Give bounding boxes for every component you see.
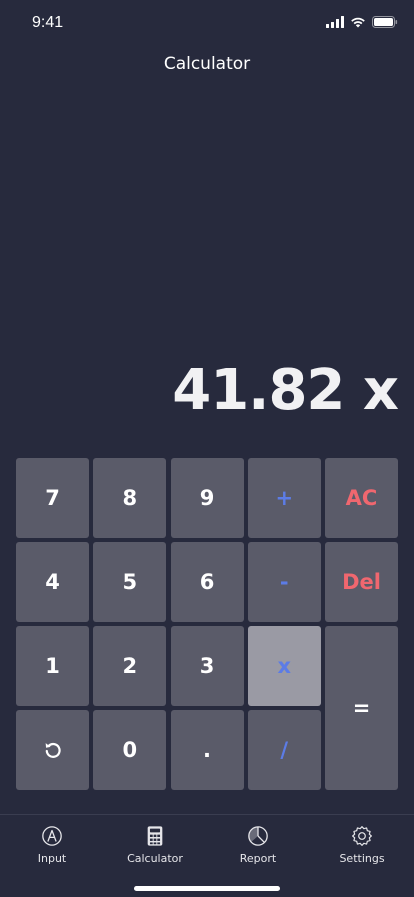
key-4[interactable]: 4	[16, 542, 89, 622]
status-time: 9:41	[32, 14, 64, 31]
page-title: Calculator	[163, 54, 251, 74]
key-multiply[interactable]: x	[247, 626, 321, 706]
calculator-icon	[147, 826, 163, 846]
wifi-icon	[351, 17, 365, 28]
tab-bar: Input Calculator Report Settings	[0, 814, 414, 897]
key-8[interactable]: 8	[93, 458, 167, 538]
battery-icon	[372, 16, 398, 28]
key-undo[interactable]	[16, 710, 89, 790]
signal-icon	[326, 16, 344, 28]
home-indicator	[134, 886, 280, 891]
key-7[interactable]: 7	[16, 458, 89, 538]
key-equals[interactable]: =	[325, 626, 398, 790]
tab-label-report: Report	[239, 852, 277, 865]
key-delete[interactable]: Del	[325, 542, 398, 622]
pie-chart-icon	[248, 826, 268, 846]
key-divide[interactable]: /	[247, 710, 321, 790]
key-decimal[interactable]: .	[170, 710, 244, 790]
key-5[interactable]: 5	[93, 542, 167, 622]
key-1[interactable]: 1	[16, 626, 89, 706]
key-all-clear[interactable]: AC	[325, 458, 398, 538]
tab-settings[interactable]: Settings	[317, 825, 407, 865]
key-6[interactable]: 6	[170, 542, 244, 622]
key-9[interactable]: 9	[170, 458, 244, 538]
gear-icon	[352, 826, 372, 846]
pencil-circle-icon	[42, 826, 62, 846]
key-0[interactable]: 0	[93, 710, 167, 790]
keypad: 7 8 9 + AC 4 5 6 - Del 1 2 3 x = 0 . /	[16, 458, 398, 790]
undo-icon	[45, 742, 61, 758]
key-2[interactable]: 2	[93, 626, 167, 706]
tab-input[interactable]: Input	[7, 825, 97, 865]
status-icons	[326, 16, 398, 28]
key-minus[interactable]: -	[247, 542, 321, 622]
tab-label-input: Input	[37, 852, 67, 865]
tab-report[interactable]: Report	[213, 825, 303, 865]
status-bar: 9:41	[0, 0, 414, 44]
key-plus[interactable]: +	[247, 458, 321, 538]
tab-label-settings: Settings	[339, 852, 385, 865]
tab-calculator[interactable]: Calculator	[110, 825, 200, 865]
key-3[interactable]: 3	[170, 626, 244, 706]
calculator-display: 41.82 x	[172, 358, 399, 423]
tab-label-calculator: Calculator	[127, 852, 183, 865]
